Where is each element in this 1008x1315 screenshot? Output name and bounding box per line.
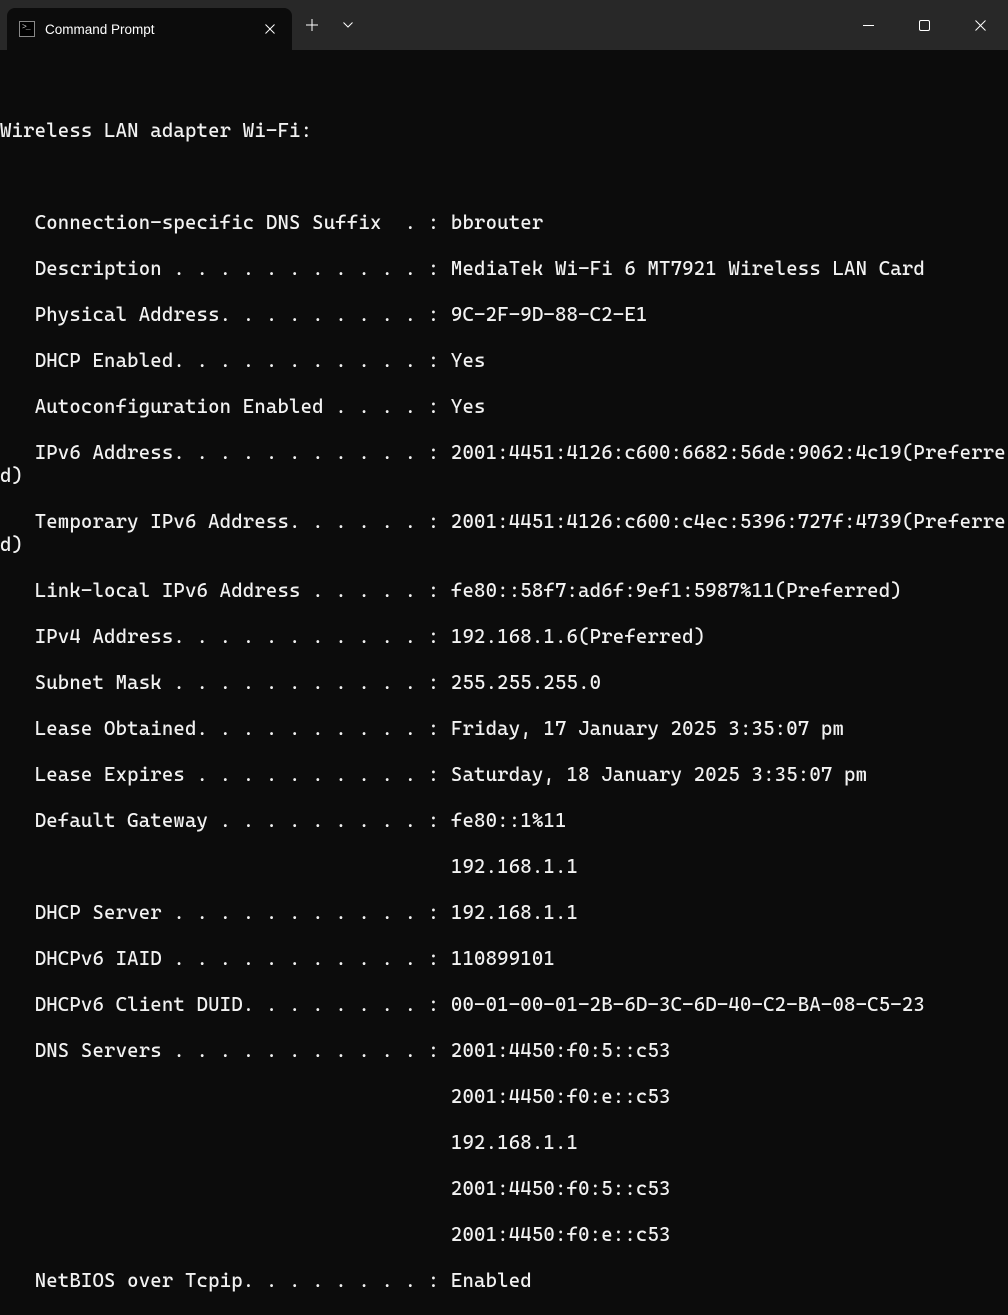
field-dns-servers-2: 2001:4450:f0:e::c53: [0, 1085, 1008, 1108]
tab-title: Command Prompt: [45, 22, 258, 37]
field-dhcpv6-duid: DHCPv6 Client DUID. . . . . . . . : 00-0…: [0, 993, 1008, 1016]
field-netbios: NetBIOS over Tcpip. . . . . . . . : Enab…: [0, 1269, 1008, 1292]
window-controls: [840, 0, 1008, 50]
blank-line: [0, 73, 1008, 96]
field-ipv4-address: IPv4 Address. . . . . . . . . . . : 192.…: [0, 625, 1008, 648]
field-dhcp-enabled: DHCP Enabled. . . . . . . . . . . : Yes: [0, 349, 1008, 372]
close-icon: [975, 20, 986, 31]
new-tab-button[interactable]: [294, 7, 330, 43]
field-lease-expires: Lease Expires . . . . . . . . . . : Satu…: [0, 763, 1008, 786]
field-ipv6-address: IPv6 Address. . . . . . . . . . . : 2001…: [0, 441, 1008, 487]
field-description: Description . . . . . . . . . . . : Medi…: [0, 257, 1008, 280]
tab-close-button[interactable]: [258, 17, 282, 41]
field-dhcp-server: DHCP Server . . . . . . . . . . . : 192.…: [0, 901, 1008, 924]
field-temp-ipv6: Temporary IPv6 Address. . . . . . : 2001…: [0, 510, 1008, 556]
close-icon: [265, 24, 275, 34]
field-dns-servers-3: 192.168.1.1: [0, 1131, 1008, 1154]
tab-command-prompt[interactable]: Command Prompt: [7, 8, 292, 50]
window-close-button[interactable]: [952, 0, 1008, 50]
field-default-gateway: Default Gateway . . . . . . . . . : fe80…: [0, 809, 1008, 832]
field-lease-obtained: Lease Obtained. . . . . . . . . . : Frid…: [0, 717, 1008, 740]
chevron-down-icon: [343, 22, 353, 28]
field-dns-servers: DNS Servers . . . . . . . . . . . : 2001…: [0, 1039, 1008, 1062]
maximize-icon: [919, 20, 930, 31]
title-bar: Command Prompt: [0, 0, 1008, 50]
adapter-title: Wireless LAN adapter Wi-Fi:: [0, 119, 1008, 142]
field-subnet-mask: Subnet Mask . . . . . . . . . . . : 255.…: [0, 671, 1008, 694]
cmd-icon: [19, 21, 35, 37]
field-dns-suffix: Connection-specific DNS Suffix . : bbrou…: [0, 211, 1008, 234]
field-autoconfig: Autoconfiguration Enabled . . . . : Yes: [0, 395, 1008, 418]
field-dns-servers-5: 2001:4450:f0:e::c53: [0, 1223, 1008, 1246]
field-link-local-ipv6: Link-local IPv6 Address . . . . . : fe80…: [0, 579, 1008, 602]
field-physical-address: Physical Address. . . . . . . . . : 9C-2…: [0, 303, 1008, 326]
blank-line: [0, 165, 1008, 188]
maximize-button[interactable]: [896, 0, 952, 50]
plus-icon: [306, 19, 318, 31]
minimize-button[interactable]: [840, 0, 896, 50]
field-dns-servers-4: 2001:4450:f0:5::c53: [0, 1177, 1008, 1200]
tab-dropdown-button[interactable]: [330, 7, 366, 43]
field-dhcpv6-iaid: DHCPv6 IAID . . . . . . . . . . . : 1108…: [0, 947, 1008, 970]
minimize-icon: [863, 25, 874, 26]
field-default-gateway-2: 192.168.1.1: [0, 855, 1008, 878]
terminal-output[interactable]: Wireless LAN adapter Wi-Fi: Connection-s…: [0, 50, 1008, 1315]
